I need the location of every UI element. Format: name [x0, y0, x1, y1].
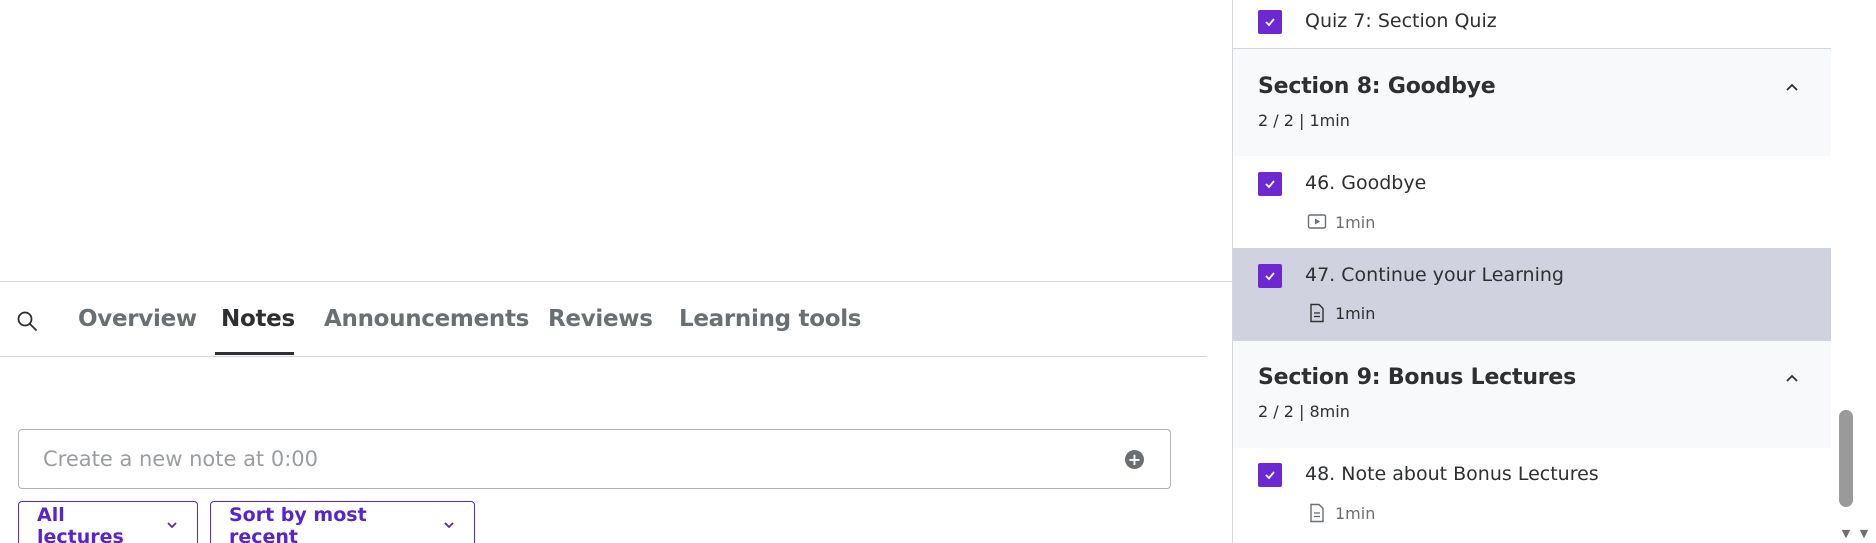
completed-checkbox[interactable] — [1258, 264, 1282, 288]
video-area — [0, 0, 1232, 281]
lecture-duration: 1min — [1335, 503, 1376, 523]
sort-label: Sort by most recent — [229, 504, 367, 543]
chevron-up-icon[interactable] — [1783, 79, 1801, 97]
divider — [0, 356, 1207, 357]
tab-announcements[interactable]: Announcements — [324, 282, 529, 356]
all-lectures-label: All lectures — [37, 504, 124, 543]
article-icon — [1307, 503, 1327, 523]
tab-notes[interactable]: Notes — [221, 282, 295, 356]
tab-overview[interactable]: Overview — [78, 282, 197, 356]
new-note-input[interactable] — [43, 430, 1123, 488]
completed-checkbox[interactable] — [1258, 10, 1282, 34]
chevron-down-icon — [165, 515, 179, 537]
completed-checkbox[interactable] — [1258, 463, 1282, 487]
sort-dropdown[interactable]: Sort by most recent — [210, 501, 475, 543]
list-item-lecture-46[interactable]: 46. Goodbye 1min — [1233, 156, 1831, 248]
scroll-down-arrow-icon[interactable]: ▼ — [1857, 527, 1871, 540]
active-tab-indicator — [215, 352, 294, 355]
new-note-field[interactable]: + — [18, 429, 1171, 489]
video-icon — [1307, 212, 1327, 232]
tab-reviews[interactable]: Reviews — [548, 282, 653, 356]
lecture-meta: 1min — [1307, 212, 1375, 232]
section-meta: 2 / 2 | 8min — [1258, 402, 1350, 421]
lecture-duration: 1min — [1335, 212, 1376, 232]
main-content: Overview Notes Announcements Reviews Lea… — [0, 0, 1232, 543]
section-title: Section 8: Goodbye — [1258, 74, 1496, 99]
section-header-9[interactable]: Section 9: Bonus Lectures 2 / 2 | 8min — [1233, 340, 1831, 448]
tab-learning-tools[interactable]: Learning tools — [679, 282, 862, 356]
section-title: Section 9: Bonus Lectures — [1258, 365, 1577, 390]
chevron-up-icon[interactable] — [1783, 370, 1801, 388]
scroll-down-arrow-icon[interactable]: ▼ — [1839, 527, 1853, 540]
lecture-duration: 1min — [1335, 303, 1376, 323]
tab-bar: Overview Notes Announcements Reviews Lea… — [0, 282, 1207, 357]
list-item-lecture-47[interactable]: 47. Continue your Learning 1min — [1233, 248, 1831, 340]
chevron-down-icon — [442, 515, 456, 537]
completed-checkbox[interactable] — [1258, 172, 1282, 196]
lecture-title: 46. Goodbye — [1305, 172, 1427, 194]
lecture-meta: 1min — [1307, 303, 1375, 323]
list-item-quiz-7[interactable]: Quiz 7: Section Quiz — [1233, 0, 1831, 48]
search-icon[interactable] — [12, 306, 42, 336]
lecture-title: 47. Continue your Learning — [1305, 264, 1564, 286]
course-content-sidebar: Quiz 7: Section Quiz Section 8: Goodbye … — [1232, 0, 1876, 543]
lecture-title: Quiz 7: Section Quiz — [1305, 10, 1497, 32]
section-meta: 2 / 2 | 1min — [1258, 111, 1350, 130]
article-icon — [1307, 303, 1327, 323]
scrollbar-thumb[interactable] — [1839, 410, 1853, 507]
all-lectures-dropdown[interactable]: All lectures — [18, 501, 198, 543]
lecture-meta: 1min — [1307, 503, 1375, 523]
section-header-8[interactable]: Section 8: Goodbye 2 / 2 | 1min — [1233, 48, 1831, 156]
lecture-title: 48. Note about Bonus Lectures — [1305, 463, 1599, 485]
list-item-lecture-48[interactable]: 48. Note about Bonus Lectures 1min — [1233, 448, 1831, 543]
add-note-icon[interactable]: + — [1125, 450, 1144, 469]
